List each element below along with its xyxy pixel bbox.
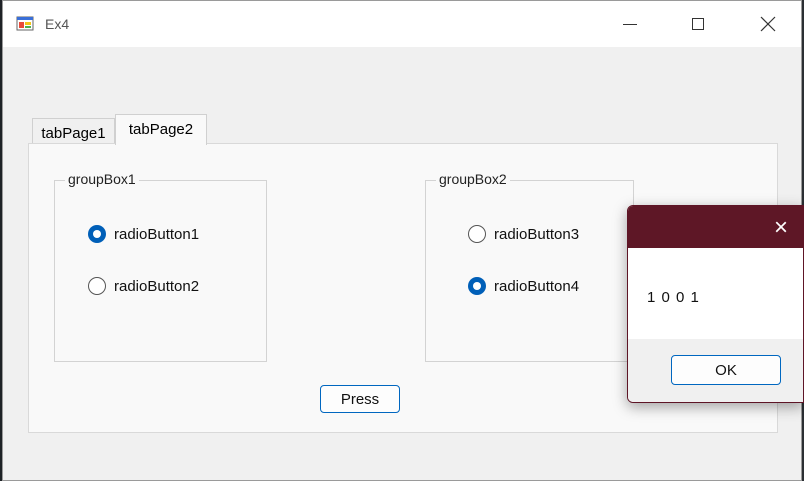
message-box-close-button[interactable]: × (766, 213, 796, 243)
radio-button-2-label: radioButton2 (114, 277, 200, 295)
radio-button-1-label: radioButton1 (114, 225, 200, 243)
radio-unchecked-indicator[interactable] (88, 277, 106, 295)
groupbox-2: groupBox2 (425, 171, 634, 362)
radio-checked-indicator[interactable] (468, 277, 486, 295)
radio-button-1[interactable]: radioButton1 (88, 225, 199, 243)
radio-button-4[interactable]: radioButton4 (468, 277, 579, 295)
close-icon (760, 16, 776, 32)
press-button[interactable]: Press (320, 385, 400, 413)
radio-unchecked-indicator[interactable] (468, 225, 486, 243)
maximize-icon (692, 18, 704, 30)
groupbox-1: groupBox1 (54, 171, 267, 362)
radio-button-3-label: radioButton3 (494, 225, 580, 243)
message-text: 1 0 0 1 (647, 289, 700, 306)
close-icon: × (773, 214, 788, 241)
tab-tabpage2[interactable]: tabPage2 (115, 114, 207, 145)
title-bar[interactable]: Ex4 (3, 1, 801, 47)
minimize-icon (623, 23, 637, 25)
ok-button[interactable]: OK (671, 355, 781, 385)
message-box-title-bar[interactable]: × (628, 206, 803, 248)
maximize-button[interactable] (675, 1, 721, 47)
window-title: Ex4 (45, 16, 70, 32)
radio-button-3[interactable]: radioButton3 (468, 225, 579, 243)
radio-checked-indicator[interactable] (88, 225, 106, 243)
minimize-button[interactable] (607, 1, 653, 47)
radio-button-4-label: radioButton4 (494, 277, 580, 295)
groupbox-2-caption: groupBox2 (436, 171, 510, 187)
radio-button-2[interactable]: radioButton2 (88, 277, 199, 295)
groupbox-1-caption: groupBox1 (65, 171, 139, 187)
close-button[interactable] (745, 1, 791, 47)
message-box-dialog: × 1 0 0 1 OK (627, 205, 804, 403)
app-form-icon (16, 16, 34, 31)
tab-tabpage1[interactable]: tabPage1 (32, 118, 115, 144)
message-box-footer: OK (628, 339, 803, 402)
